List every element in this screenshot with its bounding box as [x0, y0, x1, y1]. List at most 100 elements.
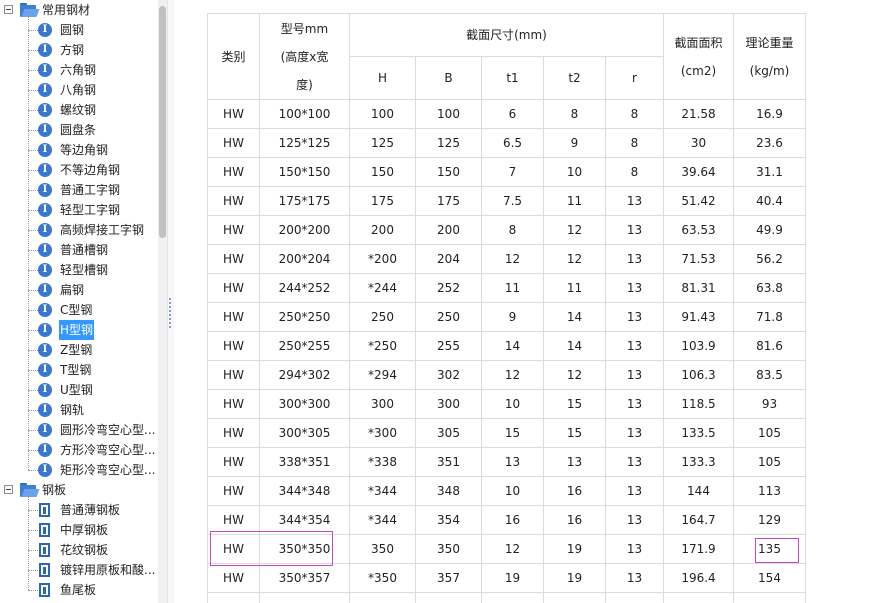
- tree-item-label[interactable]: 轻型工字钢: [59, 200, 121, 220]
- tree-item[interactable]: I 六角钢: [0, 60, 158, 80]
- tree-item-label[interactable]: 圆形冷弯空心型...: [59, 420, 156, 440]
- tree-item[interactable]: I 轻型槽钢: [0, 260, 158, 280]
- tree-item-label[interactable]: 矩形冷弯空心型...: [59, 460, 156, 480]
- cell-r: 13: [605, 360, 664, 390]
- tree-item-label[interactable]: 八角钢: [59, 80, 97, 100]
- table-row[interactable]: [207, 592, 806, 603]
- table-row[interactable]: HW 350*357 *350 357 19 19 13 196.4 154: [207, 563, 806, 593]
- tree-group[interactable]: 钢板: [0, 480, 158, 500]
- cell-weight: 16.9: [733, 99, 806, 129]
- cell-category: [207, 592, 260, 603]
- cell-r: 13: [605, 563, 664, 593]
- tree-item[interactable]: I 普通工字钢: [0, 180, 158, 200]
- table-row[interactable]: HW 125*125 125 125 6.5 9 8 30 23.6: [207, 128, 806, 158]
- tree-item[interactable]: I 钢轨: [0, 400, 158, 420]
- info-icon: I: [38, 243, 52, 257]
- table-row[interactable]: HW 100*100 100 100 6 8 8 21.58 16.9: [207, 99, 806, 129]
- tree-item[interactable]: I 圆盘条: [0, 120, 158, 140]
- tree-item[interactable]: I U型钢: [0, 380, 158, 400]
- tree-item-label[interactable]: Z型钢: [59, 340, 93, 360]
- table-row[interactable]: HW 200*204 *200 204 12 12 13 71.53 56.2: [207, 244, 806, 274]
- table-row[interactable]: HW 250*255 *250 255 14 14 13 103.9 81.6: [207, 331, 806, 361]
- tree-item[interactable]: 镀锌用原板和酸...: [0, 560, 158, 580]
- cell-t1: 12: [481, 244, 544, 274]
- tree-item-label[interactable]: 普通槽钢: [59, 240, 109, 260]
- splitter-grip[interactable]: [169, 298, 171, 330]
- table-row[interactable]: HW 300*305 *300 305 15 15 13 133.5 105: [207, 418, 806, 448]
- table-row[interactable]: HW 344*348 *344 348 10 16 13 144 113: [207, 476, 806, 506]
- tree-item[interactable]: I Z型钢: [0, 340, 158, 360]
- cell-h: 100: [349, 99, 416, 129]
- tree-item[interactable]: 花纹钢板: [0, 540, 158, 560]
- tree-item[interactable]: I 普通槽钢: [0, 240, 158, 260]
- tree-item-label[interactable]: 等边角钢: [59, 140, 109, 160]
- tree-scrollbar-thumb[interactable]: [159, 6, 166, 238]
- tree-item[interactable]: I 高频焊接工字钢: [0, 220, 158, 240]
- tree-item[interactable]: I 方钢: [0, 40, 158, 60]
- tree-item-label[interactable]: C型钢: [59, 300, 93, 320]
- tree-item[interactable]: I 方形冷弯空心型...: [0, 440, 158, 460]
- tree-item[interactable]: I 圆钢: [0, 20, 158, 40]
- tree-item[interactable]: I 圆形冷弯空心型...: [0, 420, 158, 440]
- tree-item-label[interactable]: 镀锌用原板和酸...: [59, 560, 156, 580]
- table-row[interactable]: HW 250*250 250 250 9 14 13 91.43 71.8: [207, 302, 806, 332]
- tree-item-label[interactable]: 圆盘条: [59, 120, 97, 140]
- table-row[interactable]: HW 294*302 *294 302 12 12 13 106.3 83.5: [207, 360, 806, 390]
- cell-weight: 105: [733, 447, 806, 477]
- cell-b: 302: [415, 360, 482, 390]
- table-row[interactable]: HW 175*175 175 175 7.5 11 13 51.42 40.4: [207, 186, 806, 216]
- steel-category-tree[interactable]: 常用钢材 I 圆钢 I 方钢 I 六角钢 I 八角钢 I 螺纹钢 I 圆盘条 I 等边角钢 I 不等边角钢 I 普通…: [0, 0, 158, 603]
- tree-item-label[interactable]: 螺纹钢: [59, 100, 97, 120]
- collapse-toggle-icon[interactable]: [4, 485, 13, 494]
- tree-item[interactable]: I 轻型工字钢: [0, 200, 158, 220]
- tree-item-label[interactable]: 钢轨: [59, 400, 85, 420]
- info-icon: I: [38, 83, 52, 97]
- info-icon: I: [38, 163, 52, 177]
- tree-item[interactable]: I 八角钢: [0, 80, 158, 100]
- cell-b: 252: [415, 273, 482, 303]
- tree-group[interactable]: 常用钢材: [0, 0, 158, 20]
- table-row[interactable]: HW 200*200 200 200 8 12 13 63.53 49.9: [207, 215, 806, 245]
- info-icon: I: [38, 103, 52, 117]
- tree-scrollbar[interactable]: [158, 0, 167, 603]
- tree-item-label[interactable]: 扁钢: [59, 280, 85, 300]
- tree-item[interactable]: I C型钢: [0, 300, 158, 320]
- tree-item-label[interactable]: 中厚钢板: [59, 520, 109, 540]
- tree-item[interactable]: I 螺纹钢: [0, 100, 158, 120]
- tree-item[interactable]: I 不等边角钢: [0, 160, 158, 180]
- cell-area: 133.5: [663, 418, 734, 448]
- tree-item-label[interactable]: U型钢: [59, 380, 94, 400]
- tree-group-label[interactable]: 常用钢材: [41, 0, 91, 20]
- tree-item-label[interactable]: 方形冷弯空心型...: [59, 440, 156, 460]
- tree-item-label[interactable]: 六角钢: [59, 60, 97, 80]
- tree-item-label[interactable]: 圆钢: [59, 20, 85, 40]
- tree-item-label[interactable]: T型钢: [59, 360, 92, 380]
- tree-item-label[interactable]: 高频焊接工字钢: [59, 220, 145, 240]
- cell-t2: 12: [543, 215, 606, 245]
- tree-item[interactable]: 中厚钢板: [0, 520, 158, 540]
- tree-item-label[interactable]: 普通工字钢: [59, 180, 121, 200]
- tree-item-label[interactable]: 鱼尾板: [59, 580, 97, 600]
- tree-item[interactable]: I 扁钢: [0, 280, 158, 300]
- tree-item[interactable]: I T型钢: [0, 360, 158, 380]
- tree-item[interactable]: 普通薄钢板: [0, 500, 158, 520]
- tree-item-label[interactable]: H型钢: [59, 320, 95, 340]
- table-row[interactable]: HW 300*300 300 300 10 15 13 118.5 93: [207, 389, 806, 419]
- tree-group-label[interactable]: 钢板: [41, 480, 67, 500]
- tree-item[interactable]: I 等边角钢: [0, 140, 158, 160]
- collapse-toggle-icon[interactable]: [4, 5, 13, 14]
- header-t2: t2: [543, 56, 606, 100]
- table-row[interactable]: HW 338*351 *338 351 13 13 13 133.3 105: [207, 447, 806, 477]
- table-row[interactable]: HW 150*150 150 150 7 10 8 39.64 31.1: [207, 157, 806, 187]
- tree-item-label[interactable]: 方钢: [59, 40, 85, 60]
- table-row[interactable]: HW 244*252 *244 252 11 11 13 81.31 63.8: [207, 273, 806, 303]
- tree-item[interactable]: I H型钢: [0, 320, 158, 340]
- tree-item-label[interactable]: 轻型槽钢: [59, 260, 109, 280]
- tree-item-label[interactable]: 不等边角钢: [59, 160, 121, 180]
- cell-b: 204: [415, 244, 482, 274]
- cell-category: HW: [207, 563, 260, 593]
- tree-item[interactable]: I 矩形冷弯空心型...: [0, 460, 158, 480]
- tree-item-label[interactable]: 普通薄钢板: [59, 500, 121, 520]
- tree-item[interactable]: 鱼尾板: [0, 580, 158, 600]
- tree-item-label[interactable]: 花纹钢板: [59, 540, 109, 560]
